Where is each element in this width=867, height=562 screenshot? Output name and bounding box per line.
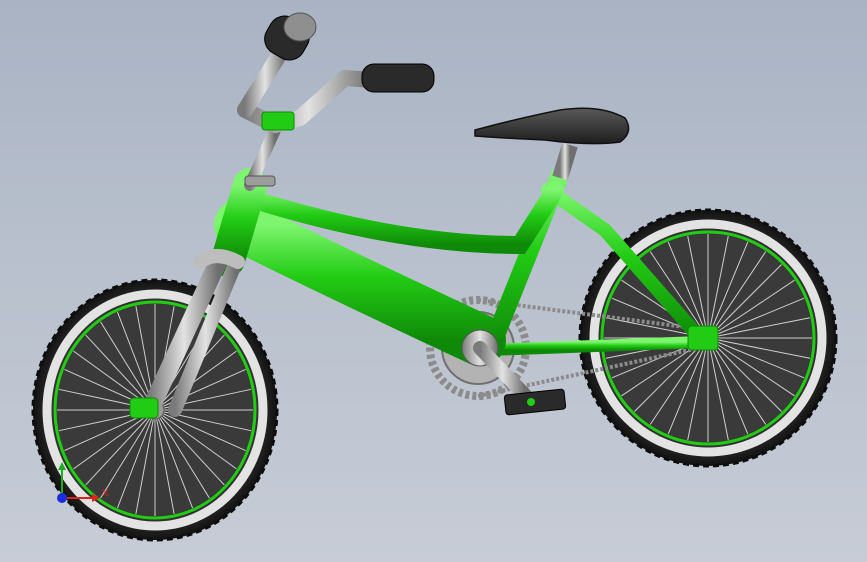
grip-left[interactable]	[259, 10, 317, 66]
bicycle-model[interactable]	[0, 0, 867, 562]
seat-post	[552, 142, 578, 181]
grip-right[interactable]	[361, 63, 435, 93]
z-axis-icon	[57, 493, 67, 503]
chain-stay	[484, 336, 706, 356]
3d-viewport[interactable]: X	[0, 0, 867, 562]
front-dropout	[129, 397, 159, 419]
x-axis-label: X	[102, 488, 109, 499]
stem-clamp	[261, 111, 295, 131]
headset	[244, 175, 276, 187]
handlebar[interactable]	[237, 10, 435, 191]
coordinate-triad: X	[57, 462, 109, 503]
head-tube	[211, 168, 267, 277]
rear-dropout	[687, 325, 719, 351]
saddle[interactable]	[474, 107, 630, 145]
